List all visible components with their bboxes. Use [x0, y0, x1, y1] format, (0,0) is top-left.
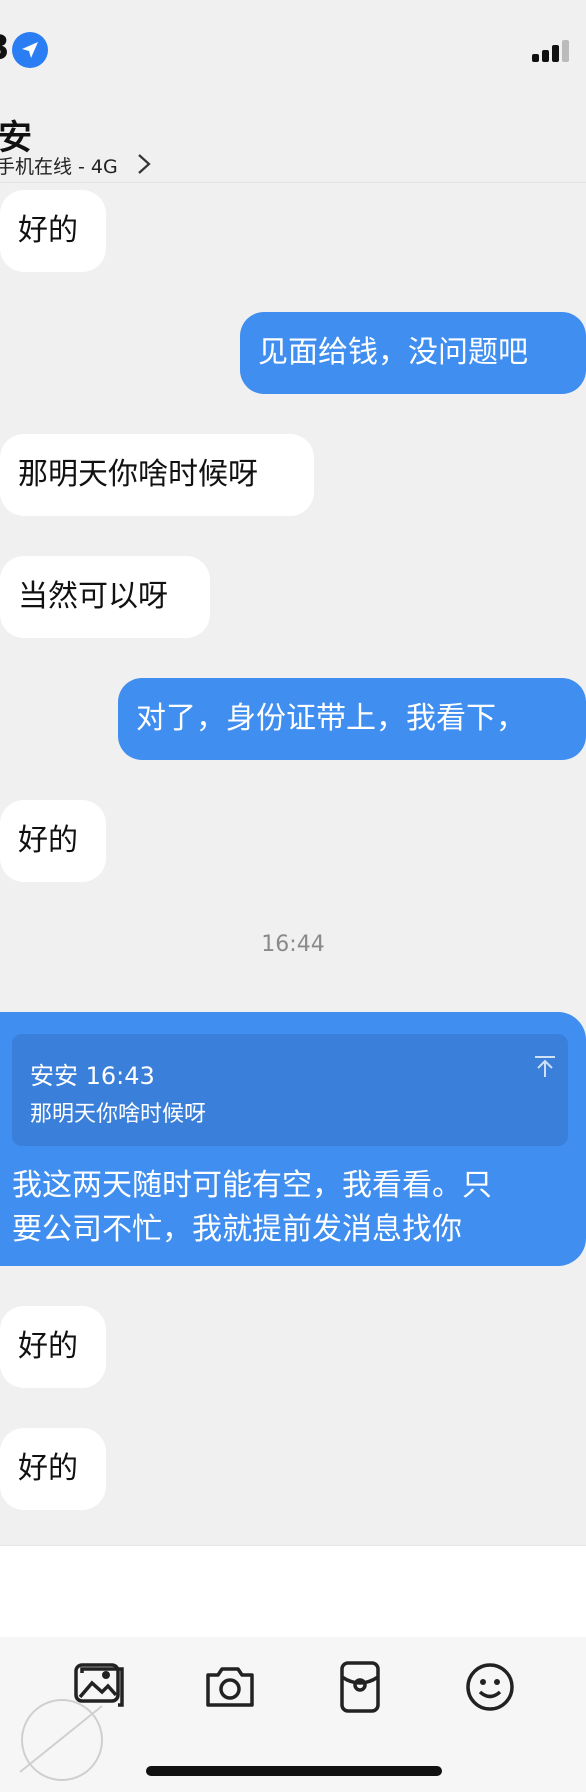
message-timestamp: 16:44	[261, 932, 325, 957]
message-bubble[interactable]: 好的	[0, 1428, 106, 1510]
message-text: 那明天你啥时候呀	[18, 457, 258, 492]
message-text: 当然可以呀	[18, 579, 168, 614]
location-arrow-icon	[12, 32, 48, 68]
quoted-text: 那明天你啥时候呀	[30, 1102, 207, 1127]
message-text: 好的	[18, 1329, 78, 1364]
reply-text: 我这两天随时可能有空，我看看。只 要公司不忙，我就提前发消息找你	[12, 1164, 578, 1252]
status-bar: 3	[0, 0, 586, 100]
contact-online-status: 手机在线 - 4G	[0, 156, 118, 178]
message-text: 见面给钱，没问题吧	[258, 335, 528, 370]
quoted-time: 16:43	[85, 1062, 155, 1090]
message-bubble[interactable]: 见面给钱，没问题吧	[240, 312, 586, 394]
emoji-icon[interactable]	[462, 1659, 518, 1715]
quoted-message[interactable]: 安安 16:43 那明天你啥时候呀	[12, 1034, 568, 1146]
message-bubble[interactable]: 好的	[0, 1306, 106, 1388]
message-bubble[interactable]: 对了，身份证带上，我看下，	[118, 678, 586, 760]
message-text: 好的	[18, 213, 78, 248]
status-time: 3	[0, 28, 10, 68]
message-text: 好的	[18, 823, 78, 858]
cellular-signal-icon	[532, 38, 572, 62]
chevron-right-icon[interactable]	[134, 152, 154, 176]
red-packet-icon[interactable]	[332, 1659, 388, 1715]
chat-header[interactable]: 安 手机在线 - 4G	[0, 100, 586, 183]
scroll-to-quote-icon[interactable]	[532, 1054, 558, 1080]
home-indicator[interactable]	[146, 1766, 442, 1776]
message-text: 好的	[18, 1451, 78, 1486]
reply-text-line: 我这两天随时可能有空，我看看。只	[12, 1168, 492, 1203]
message-bubble[interactable]: 好的	[0, 800, 106, 882]
quoted-author: 安安	[30, 1062, 78, 1090]
message-bubble[interactable]: 好的	[0, 190, 106, 272]
message-bubble[interactable]: 那明天你啥时候呀	[0, 434, 314, 516]
quoted-message-meta: 安安 16:43	[30, 1056, 155, 1091]
message-text: 对了，身份证带上，我看下，	[136, 701, 526, 736]
message-input-field[interactable]	[0, 1545, 586, 1638]
camera-icon[interactable]	[202, 1659, 258, 1715]
reply-message-bubble[interactable]: 安安 16:43 那明天你啥时候呀 我这两天随时可能有空，我看看。只 要公司不忙…	[0, 1012, 586, 1266]
reply-text-line: 要公司不忙，我就提前发消息找你	[12, 1212, 462, 1247]
watermark-logo	[2, 1692, 122, 1788]
message-bubble[interactable]: 当然可以呀	[0, 556, 210, 638]
